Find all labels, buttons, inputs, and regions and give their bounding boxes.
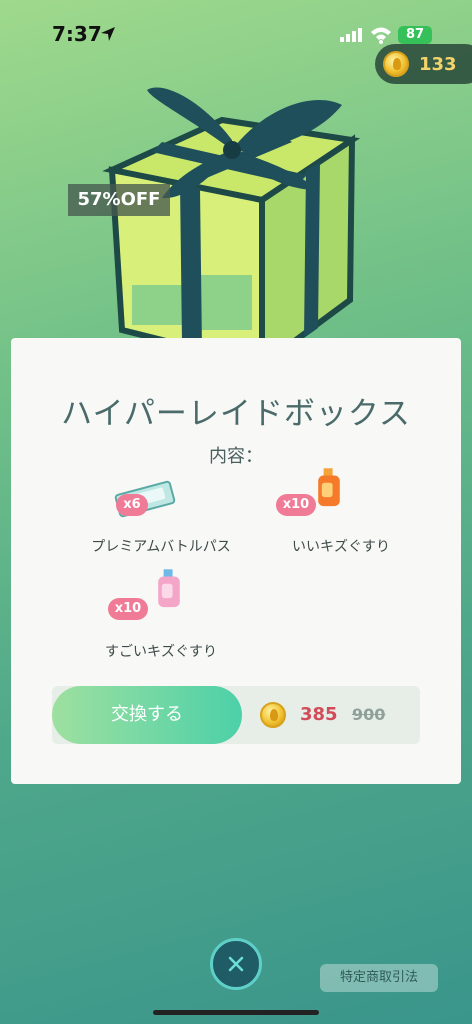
quantity-badge: x10: [276, 494, 316, 516]
pokecoin-icon: [260, 702, 286, 728]
list-item: x6 プレミアムバトルパス: [71, 478, 251, 568]
battery-indicator: 87: [398, 26, 432, 44]
close-icon: [228, 956, 244, 972]
super-potion-icon: [318, 468, 340, 507]
item-label: すごいキズぐすり: [105, 644, 217, 660]
list-item: x10 すごいキズぐすり: [71, 569, 251, 661]
box-detail-card: ハイパーレイドボックス 内容： x6 プレミアムバトルパス x10 いいキズぐす…: [11, 338, 461, 784]
pokecoin-icon: [383, 51, 409, 77]
item-label: いいキズぐすり: [292, 539, 390, 555]
exchange-button[interactable]: 交換する: [52, 686, 242, 744]
purchase-row: 交換する 385 900: [52, 686, 420, 744]
gift-box-icon: [102, 87, 361, 370]
clock: 7:37: [52, 22, 102, 46]
location-arrow-icon: [101, 27, 115, 41]
original-price: 900: [352, 705, 386, 724]
discount-badge: 57%OFF: [68, 184, 170, 216]
close-button[interactable]: [210, 938, 262, 990]
box-title: ハイパーレイドボックス: [61, 396, 411, 432]
cellular-signal-icon: [340, 28, 362, 42]
home-indicator: [153, 1010, 319, 1015]
sale-price: 385: [300, 704, 338, 725]
legal-notice-button[interactable]: 特定商取引法: [320, 964, 438, 992]
list-item: x10 いいキズぐすり: [251, 468, 431, 568]
coin-count: 133: [419, 54, 457, 75]
contents-label: 内容：: [209, 446, 263, 467]
battery-level: 87: [405, 27, 425, 42]
wifi-icon: [371, 27, 391, 44]
quantity-badge: x10: [108, 598, 148, 620]
coin-balance[interactable]: 133: [375, 44, 472, 84]
item-label: プレミアムバトルパス: [91, 539, 231, 555]
hyper-potion-icon: [158, 569, 180, 608]
quantity-badge: x6: [116, 494, 148, 516]
